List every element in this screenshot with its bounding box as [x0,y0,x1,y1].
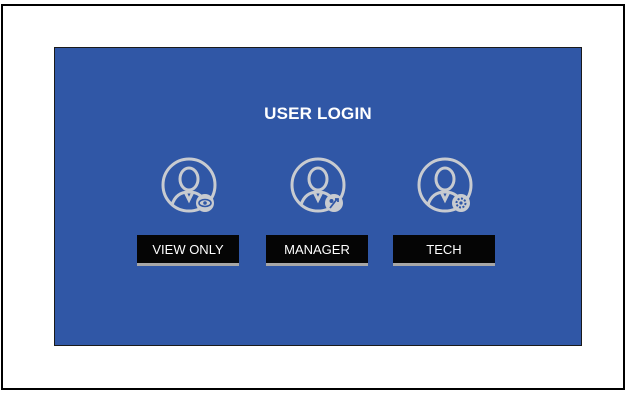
user-option-view-only: VIEW ONLY [137,156,239,278]
view-only-button[interactable]: VIEW ONLY [137,235,239,266]
login-panel: USER LOGIN VIEW ONLY MANAGER TECH [54,47,582,346]
user-option-tech: TECH [393,156,495,278]
user-option-manager: MANAGER [266,156,368,278]
user-manager-icon[interactable] [287,156,349,218]
outer-frame: USER LOGIN VIEW ONLY MANAGER TECH [1,4,625,390]
user-tech-icon[interactable] [414,156,476,218]
tech-button[interactable]: TECH [393,235,495,266]
manager-button[interactable]: MANAGER [266,235,368,266]
user-view-icon[interactable] [158,156,220,218]
page-title: USER LOGIN [264,104,372,123]
